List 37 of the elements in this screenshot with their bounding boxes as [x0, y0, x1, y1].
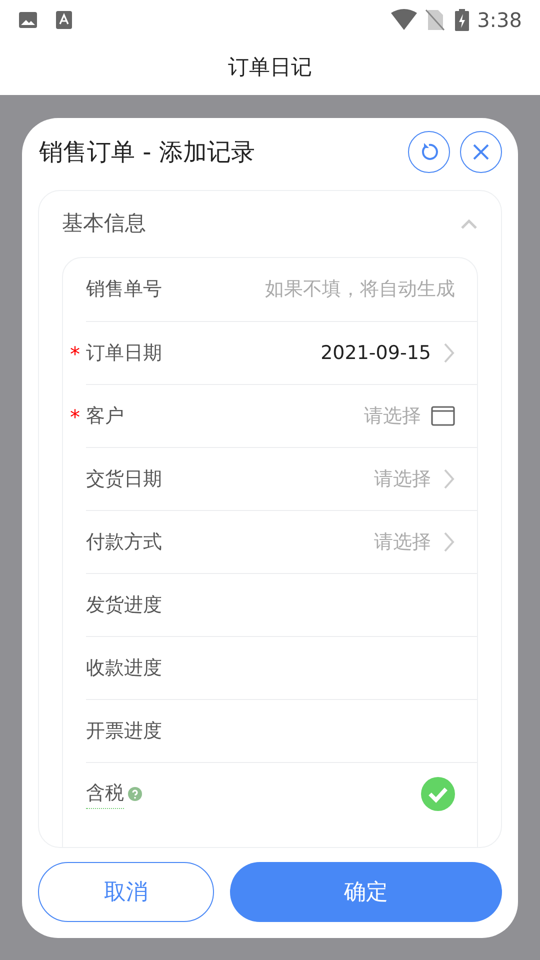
cancel-button[interactable]: 取消 [38, 862, 214, 922]
field-label: 收款进度 [86, 656, 162, 681]
field-value[interactable]: 2021-09-15 [320, 338, 431, 368]
page-title: 订单日记 [228, 54, 312, 81]
battery-icon [455, 9, 470, 31]
field-placeholder[interactable]: 请选择 [374, 528, 431, 556]
wifi-icon [391, 9, 418, 31]
checkbox[interactable] [421, 777, 455, 811]
window-icon[interactable] [431, 406, 455, 426]
field-placeholder[interactable]: 请选择 [364, 402, 421, 430]
close-icon [472, 143, 490, 161]
help-icon[interactable] [128, 787, 142, 801]
field-label: 含税 [86, 779, 124, 809]
chevron-right-icon [443, 342, 455, 364]
field-label: 订单日期 [86, 340, 162, 366]
close-button[interactable] [460, 131, 502, 173]
clock: 3:38 [477, 7, 522, 34]
input-field[interactable]: 如果不填，将自动生成 [225, 275, 455, 304]
field-label: 付款方式 [86, 530, 162, 555]
reset-button[interactable] [408, 131, 450, 173]
chevron-right-icon [443, 468, 455, 490]
dialog-title: 销售订单 - 添加记录 [38, 137, 256, 168]
field-label: 客户 [86, 404, 124, 429]
field-placeholder[interactable]: 请选择 [374, 464, 431, 494]
chevron-right-icon [443, 531, 455, 553]
confirm-button[interactable]: 确定 [230, 862, 502, 922]
undo-icon [419, 142, 439, 162]
required-asterisk: * [70, 344, 80, 364]
field-label: 发货进度 [86, 592, 162, 618]
section-title: 基本信息 [62, 210, 147, 238]
no-sim-icon [425, 9, 446, 31]
keyboard-letter-icon [56, 11, 72, 29]
field-label: 交货日期 [86, 466, 162, 492]
required-asterisk: * [70, 407, 80, 427]
field-label: 开票进度 [86, 718, 162, 744]
field-label: 销售单号 [86, 277, 162, 302]
image-icon [18, 10, 38, 30]
